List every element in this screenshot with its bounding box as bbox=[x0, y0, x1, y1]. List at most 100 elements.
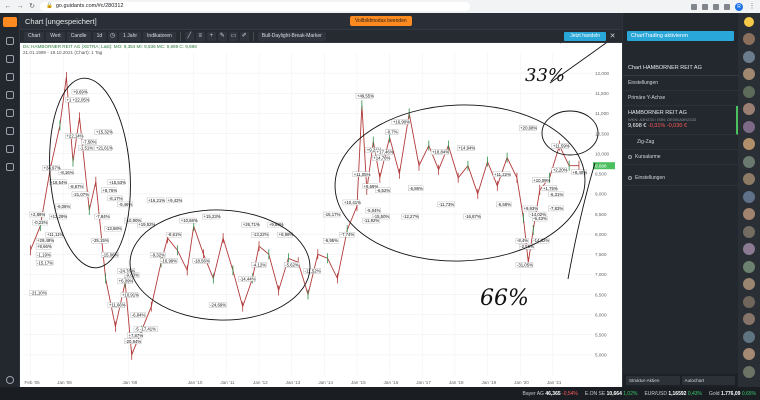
user-avatar[interactable] bbox=[743, 225, 755, 238]
user-avatar[interactable] bbox=[743, 208, 755, 220]
user-avatar[interactable] bbox=[743, 330, 755, 343]
user-avatar[interactable] bbox=[743, 138, 755, 150]
trendline-icon[interactable]: ╱ bbox=[184, 31, 194, 41]
user-avatar[interactable] bbox=[743, 313, 755, 325]
layers-icon[interactable] bbox=[6, 109, 14, 117]
price-alarm-item[interactable]: Kursalarme bbox=[623, 150, 738, 165]
star-icon[interactable] bbox=[691, 3, 697, 10]
ticker-eurusd[interactable]: EUR/USD 1,16592 0,43% bbox=[644, 391, 702, 397]
percent-annotation: -13,68% bbox=[106, 226, 122, 231]
trade-now-button[interactable]: Jetzt handeln bbox=[564, 32, 606, 41]
percent-annotation: +11,66% bbox=[109, 303, 126, 308]
clock-icon[interactable]: ◷ bbox=[108, 31, 118, 41]
search-value-button[interactable]: Wert bbox=[46, 31, 65, 41]
exit-fullscreen-button[interactable]: Vollbildmodus beenden bbox=[350, 16, 412, 26]
panel-top: ChartTrading aktivieren bbox=[623, 31, 738, 61]
reload-icon[interactable]: ↻ bbox=[28, 3, 36, 11]
structure-stocks-button[interactable]: Struktur-Aktien bbox=[626, 376, 680, 385]
autochart-button[interactable]: Autochart bbox=[681, 376, 735, 385]
period-button[interactable]: 1d bbox=[92, 31, 107, 41]
profile-avatar[interactable]: R bbox=[735, 2, 743, 11]
wrench-icon[interactable] bbox=[6, 145, 14, 153]
percent-annotation: -7,74% bbox=[341, 232, 355, 237]
percent-annotation: +2,20% bbox=[553, 168, 568, 173]
user-avatar[interactable] bbox=[743, 278, 755, 290]
primary-axis-item[interactable]: Primäre Y-Achse bbox=[623, 91, 738, 106]
ticker-name: EUR/USD bbox=[644, 390, 667, 397]
settings-item[interactable]: Einstellungen bbox=[623, 76, 738, 91]
x-tick-label: Feb '05 bbox=[25, 380, 41, 385]
percent-annotation: +17,46% bbox=[377, 150, 394, 155]
user-avatar[interactable] bbox=[743, 50, 755, 63]
percent-annotation: -20,94% bbox=[125, 339, 141, 344]
calculator-icon[interactable] bbox=[6, 163, 14, 171]
close-icon[interactable]: ✕ bbox=[608, 32, 617, 41]
percent-annotation: -16,99% bbox=[161, 258, 177, 263]
chart-menu-button[interactable]: Chart bbox=[24, 31, 45, 41]
user-avatar[interactable] bbox=[743, 243, 755, 255]
user-avatar[interactable] bbox=[743, 190, 755, 203]
x-tick-label: Jan '14 bbox=[318, 380, 333, 385]
chart-trading-button[interactable]: ChartTrading aktivieren bbox=[627, 31, 734, 41]
settings-icon[interactable]: ≡ bbox=[195, 31, 205, 41]
ticker-eon[interactable]: E.ON SE 10,664 1,02% bbox=[585, 391, 638, 397]
user-avatar[interactable] bbox=[743, 68, 755, 80]
percent-annotation: +7,87% bbox=[128, 333, 143, 338]
percent-annotation: -11,52% bbox=[305, 268, 321, 273]
price-chart[interactable]: 5,000 5,500 6,000 6,500 7,000 7,500 8,000 8,500… bbox=[20, 43, 622, 387]
forward-icon[interactable]: → bbox=[16, 3, 24, 11]
ticker-gold[interactable]: Gold 1.776,09 0,65% bbox=[709, 391, 756, 397]
asset-card[interactable]: HAMBORNER REIT AG WKN: A3H233 / ISIN: DE… bbox=[623, 106, 738, 135]
calendar-icon[interactable] bbox=[6, 91, 14, 99]
user-avatar[interactable] bbox=[743, 260, 755, 273]
browser-menu-icon[interactable]: ⋮ bbox=[748, 3, 756, 11]
x-tick-label: Jan '13 bbox=[286, 380, 301, 385]
download-icon[interactable] bbox=[724, 3, 730, 10]
triangle-icon[interactable] bbox=[6, 55, 14, 63]
grid-icon[interactable] bbox=[6, 73, 14, 81]
percent-annotation: -7,50% bbox=[83, 140, 97, 145]
percent-annotation: -21,07% bbox=[73, 192, 89, 197]
zigzag-item[interactable]: Zig-Zag bbox=[623, 135, 738, 150]
user-avatar[interactable] bbox=[743, 173, 755, 185]
ticker-bayer[interactable]: Bayer AG 46,365 -0,54% bbox=[523, 391, 578, 397]
percent-annotation: -1,51% bbox=[79, 146, 93, 151]
chart-info-box: Ds: HAMBORNER REIT AG (XETRA; Last): MO:… bbox=[23, 44, 197, 56]
user-avatar[interactable] bbox=[743, 295, 755, 308]
pen-icon[interactable]: ✐ bbox=[239, 31, 249, 41]
user-avatar[interactable] bbox=[743, 33, 755, 45]
marker-button[interactable]: Bull-Daylight-Break-Marker bbox=[257, 31, 326, 41]
percent-annotation: +13,29% bbox=[50, 214, 67, 219]
percent-annotation: -31,05% bbox=[517, 262, 533, 267]
user-avatar[interactable] bbox=[743, 155, 755, 168]
tools-icon[interactable] bbox=[6, 127, 14, 135]
lightbulb-icon[interactable] bbox=[744, 17, 754, 27]
puzzle-icon[interactable] bbox=[713, 3, 719, 10]
percent-annotation: -7,84% bbox=[96, 214, 110, 219]
x-tick-label: Jan '12 bbox=[253, 380, 268, 385]
user-avatar[interactable] bbox=[743, 365, 755, 378]
percent-annotation: -5 -17,41% bbox=[135, 327, 156, 332]
rectangle-icon[interactable]: ▭ bbox=[228, 31, 238, 41]
range-button[interactable]: 1 Jahr bbox=[119, 31, 142, 41]
pencil-icon[interactable]: ✎ bbox=[217, 31, 227, 41]
percent-annotation: -0,7% bbox=[386, 130, 397, 135]
crosshair-icon[interactable]: + bbox=[206, 31, 216, 41]
x-tick-label: Jan '06 bbox=[57, 380, 72, 385]
user-avatar[interactable] bbox=[743, 348, 755, 360]
user-avatar[interactable] bbox=[743, 85, 755, 98]
drawn-ellipse bbox=[541, 110, 599, 156]
back-icon[interactable]: ← bbox=[4, 3, 12, 11]
user-avatar[interactable] bbox=[743, 103, 755, 115]
extension-icon[interactable] bbox=[702, 3, 708, 10]
candle-type-button[interactable]: Candle bbox=[66, 31, 91, 41]
settings-item-2[interactable]: Einstellungen bbox=[623, 171, 738, 186]
address-bar[interactable]: 🔒 go.guidants.com/#c/280312 bbox=[40, 2, 470, 11]
chart-canvas[interactable]: 5,000 5,500 6,000 6,500 7,000 7,500 8,000 8,500… bbox=[20, 43, 622, 387]
theme-toggle-icon[interactable] bbox=[6, 376, 14, 384]
user-avatar[interactable] bbox=[743, 120, 755, 133]
indicators-button[interactable]: Indikatoren bbox=[143, 31, 176, 41]
guidants-logo[interactable] bbox=[3, 17, 17, 27]
toolbar-divider bbox=[252, 31, 254, 41]
chart-icon[interactable] bbox=[6, 37, 14, 45]
